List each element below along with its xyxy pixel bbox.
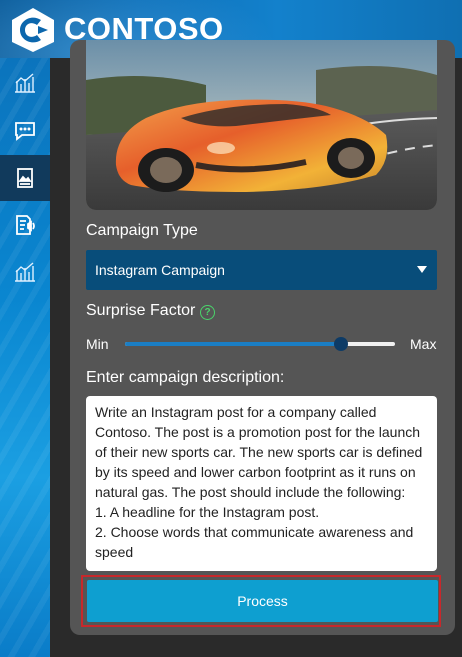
sidebar-item-chat[interactable]	[0, 108, 50, 154]
sidebar-item-images[interactable]	[0, 155, 50, 201]
sidebar-item-analytics[interactable]	[0, 60, 50, 106]
campaign-type-value: Instagram Campaign	[95, 262, 225, 278]
slider-max-label: Max	[410, 336, 437, 352]
surprise-factor-slider[interactable]	[125, 337, 395, 351]
image-icon	[17, 168, 33, 188]
chevron-down-icon	[417, 266, 427, 273]
sports-car-image	[86, 40, 437, 210]
chart-icon	[15, 262, 35, 282]
campaign-description-text: Write an Instagram post for a company ca…	[95, 404, 423, 560]
document-speaker-icon	[16, 215, 35, 235]
campaign-card: Campaign Type Instagram Campaign Surpris…	[70, 40, 455, 635]
chat-icon	[15, 122, 35, 141]
contoso-logo-icon	[12, 8, 54, 52]
chart-icon	[15, 73, 35, 93]
campaign-type-select[interactable]: Instagram Campaign	[86, 250, 437, 290]
surprise-factor-label: Surprise Factor	[86, 302, 196, 319]
sidebar	[0, 58, 50, 657]
sidebar-item-reports[interactable]	[0, 249, 50, 295]
campaign-type-label: Campaign Type	[86, 222, 198, 239]
slider-min-label: Min	[86, 336, 109, 352]
slider-fill	[125, 342, 341, 346]
campaign-description-textarea[interactable]: Write an Instagram post for a company ca…	[86, 396, 437, 571]
slider-thumb[interactable]	[334, 337, 348, 351]
sidebar-item-documents[interactable]	[0, 202, 50, 248]
help-icon[interactable]: ?	[200, 305, 215, 320]
description-label: Enter campaign description:	[86, 369, 285, 386]
process-button[interactable]: Process	[87, 580, 438, 622]
